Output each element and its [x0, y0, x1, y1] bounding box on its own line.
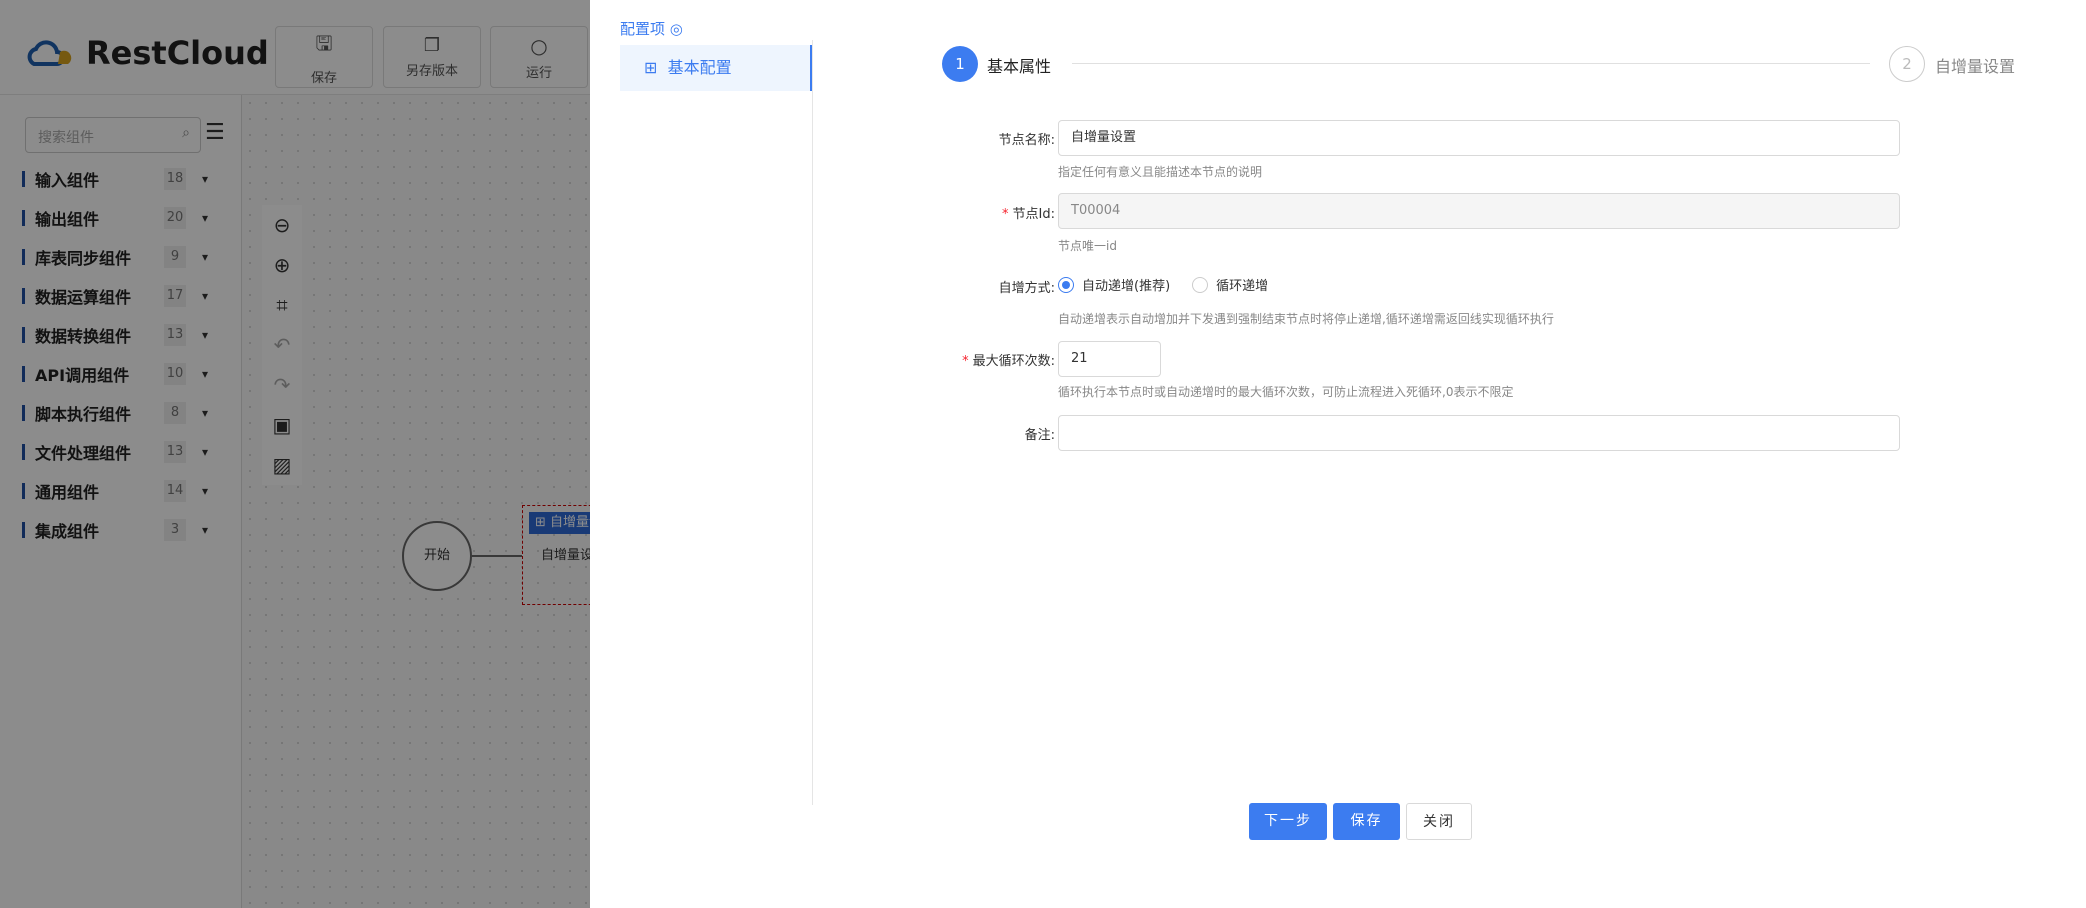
- modal-mask[interactable]: [0, 0, 590, 908]
- menu-item-basic-config[interactable]: ⊞ 基本配置: [620, 45, 813, 91]
- max-loop-input[interactable]: 21: [1058, 341, 1161, 377]
- step-1-label[interactable]: 基本属性: [987, 53, 1051, 77]
- next-button[interactable]: 下一步: [1249, 803, 1327, 840]
- radio-auto-label[interactable]: 自动递增(推荐): [1082, 275, 1170, 294]
- menu-item-label: 基本配置: [667, 58, 732, 77]
- name-label: 节点名称:: [998, 133, 1055, 148]
- id-label-text: 节点Id:: [1012, 207, 1055, 222]
- max-hint: 循环执行本节点时或自动递增时的最大循环次数，可防止流程进入死循环,0表示不限定: [1058, 385, 1514, 399]
- mode-radio-group: 自动递增(推荐) 循环递增: [1058, 275, 1268, 294]
- divider: [812, 40, 813, 805]
- mode-hint: 自动递增表示自动增加并下发遇到强制结束节点时将停止递增,循环递增需返回线实现循环…: [1058, 312, 1554, 326]
- step-2-label[interactable]: 自增量设置: [1935, 53, 2015, 77]
- remark-textarea[interactable]: [1058, 415, 1900, 451]
- name-hint: 指定任何有意义且能描述本节点的说明: [1058, 165, 1263, 179]
- mode-label: 自增方式:: [998, 281, 1055, 296]
- id-hint: 节点唯一id: [1058, 239, 1117, 253]
- config-title: 配置项 ◎: [620, 18, 683, 39]
- remark-label: 备注:: [1024, 428, 1055, 443]
- radio-loop[interactable]: [1192, 276, 1209, 293]
- settings-icon: ◎: [669, 20, 683, 38]
- id-label: * 节点Id:: [1002, 203, 1055, 222]
- grid-icon: ⊞: [644, 58, 658, 77]
- node-id-input[interactable]: T00004: [1058, 193, 1900, 229]
- step-1-icon[interactable]: 1: [942, 46, 978, 82]
- max-label: * 最大循环次数:: [962, 350, 1055, 369]
- save-button[interactable]: 保存: [1333, 803, 1400, 840]
- step-connector: [1072, 63, 1870, 64]
- required-mark: *: [1002, 207, 1009, 222]
- radio-loop-label[interactable]: 循环递增: [1216, 275, 1268, 294]
- step-2-icon[interactable]: 2: [1889, 46, 1925, 82]
- close-button[interactable]: 关闭: [1406, 803, 1472, 840]
- max-label-text: 最大循环次数:: [972, 354, 1055, 369]
- config-title-text: 配置项: [620, 20, 666, 38]
- radio-auto[interactable]: [1058, 276, 1074, 293]
- node-name-input[interactable]: 自增量设置: [1058, 120, 1900, 156]
- required-mark: *: [962, 354, 969, 369]
